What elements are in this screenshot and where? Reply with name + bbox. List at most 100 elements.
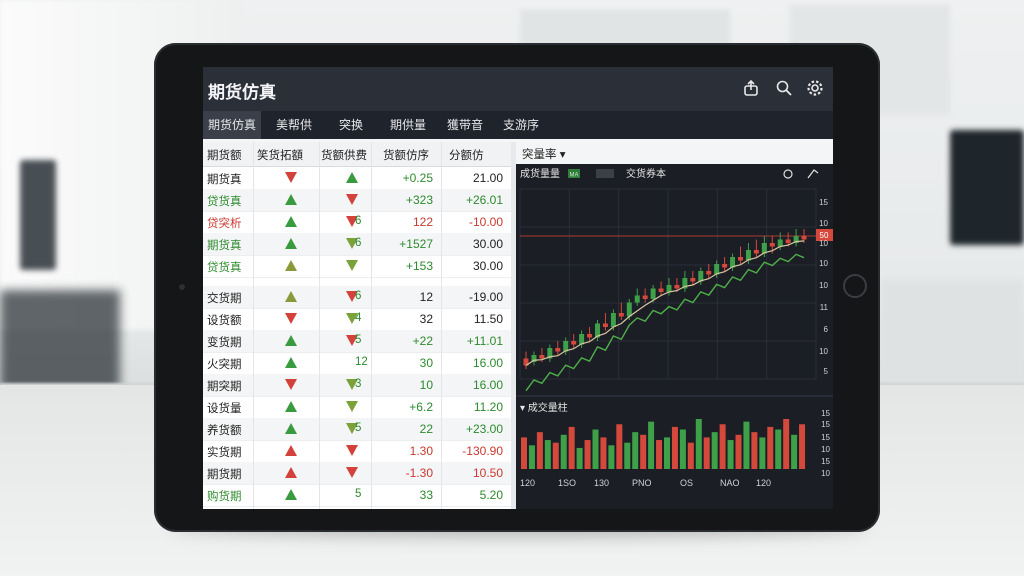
volume-bar[interactable]	[687, 442, 694, 469]
candle[interactable]	[785, 239, 791, 244]
period-dropdown[interactable]: 突量率 ▾	[522, 146, 565, 162]
table-row[interactable]: 设货量 +6.2 11.20	[203, 396, 511, 419]
column-header[interactable]: 分额仿	[449, 147, 484, 163]
share-icon[interactable]	[741, 79, 761, 99]
candlestick-chart[interactable]: 成货量量 MA 交货券本 50 15 10 10 10 10 11 6 10 5 ▾ 成交量柱 15 15 15…	[516, 164, 833, 509]
candle[interactable]	[642, 295, 648, 300]
candle[interactable]	[571, 341, 577, 345]
table-row[interactable]: 设货额 4 32 11.50	[203, 308, 511, 331]
draw-tool-icon[interactable]	[807, 169, 819, 179]
table-row[interactable]: 变货期 5 +22 +11.01	[203, 330, 511, 353]
volume-bar[interactable]	[648, 421, 655, 469]
tab-simulation[interactable]: 期货仿真	[203, 111, 261, 139]
candle[interactable]	[722, 264, 728, 268]
table-row[interactable]: 贷货真 +323 +26.01	[203, 189, 511, 212]
volume-bar[interactable]	[544, 440, 551, 469]
candle[interactable]	[626, 302, 632, 317]
candle[interactable]	[539, 355, 545, 359]
price-value: 5.20	[479, 488, 503, 502]
volume-bar[interactable]	[560, 434, 567, 469]
volume-bar[interactable]	[727, 440, 734, 469]
candle[interactable]	[634, 295, 640, 303]
candle[interactable]	[587, 334, 593, 338]
home-button[interactable]	[843, 274, 867, 298]
volume-bar[interactable]	[783, 419, 790, 469]
table-row[interactable]: 交货期 6 12 -19.00	[203, 286, 511, 309]
candle[interactable]	[602, 323, 608, 328]
volume-bar[interactable]	[576, 447, 583, 469]
table-row[interactable]: 购货期 5 33 5.20	[203, 484, 511, 507]
candle[interactable]	[650, 288, 656, 300]
volume-bar[interactable]	[552, 442, 559, 469]
quote-list: 期货额 笑货拓額 货额供费 货额仿序 分额仿 期货真 +0.25 21.00 贷货真 +…	[203, 142, 511, 509]
volume-bar[interactable]	[679, 429, 686, 469]
candle[interactable]	[801, 236, 807, 240]
volume-bar[interactable]	[624, 442, 631, 469]
volume-bar[interactable]	[568, 426, 575, 469]
candle[interactable]	[610, 313, 616, 327]
tab-3[interactable]: 突换	[323, 111, 379, 139]
volume-bar[interactable]	[719, 424, 726, 469]
volume-bar[interactable]	[703, 437, 710, 469]
search-icon[interactable]	[774, 79, 794, 99]
candle[interactable]	[618, 313, 624, 317]
candle[interactable]	[674, 285, 680, 289]
volume-bar[interactable]	[791, 434, 798, 469]
column-header[interactable]: 货额仿序	[383, 147, 429, 163]
tab-6[interactable]: 支游序	[493, 111, 549, 139]
candle[interactable]	[738, 257, 743, 261]
chart-indicator-label: 交货券本	[626, 167, 666, 180]
candle[interactable]	[777, 239, 783, 247]
volume-bar[interactable]	[759, 437, 766, 469]
volume-bar[interactable]	[656, 440, 663, 469]
column-header[interactable]: 货额供费	[321, 147, 367, 163]
candle[interactable]	[690, 278, 696, 282]
volume-bar[interactable]	[616, 424, 623, 469]
column-header[interactable]: 笑货拓額	[257, 147, 303, 163]
candle[interactable]	[769, 243, 775, 247]
table-row[interactable]: 贷货真 +153 30.00	[203, 255, 511, 278]
volume-bar[interactable]	[775, 429, 782, 469]
tab-2[interactable]: 美帮供	[265, 111, 323, 139]
candle[interactable]	[706, 271, 712, 275]
volume-bar[interactable]	[584, 440, 591, 469]
table-row[interactable]: 期货期 -1.30 10.50	[203, 462, 511, 485]
volume-bar[interactable]	[664, 437, 670, 469]
tab-5[interactable]: 獲带音	[437, 111, 493, 139]
volume-bar[interactable]	[671, 426, 678, 469]
table-row[interactable]: 养货额 5 22 +23.00	[203, 418, 511, 441]
volume-bar[interactable]	[751, 432, 758, 469]
candle[interactable]	[555, 348, 561, 352]
volume-bar[interactable]	[600, 437, 607, 469]
volume-bar[interactable]	[799, 424, 806, 469]
table-row[interactable]: 实货期 1.30 -130.90	[203, 440, 511, 463]
indicator-toggle[interactable]	[596, 169, 614, 178]
table-row[interactable]: 期货真 6 +1527 30.00	[203, 233, 511, 256]
x-tick-label: NAO	[720, 478, 740, 488]
volume-bar[interactable]	[632, 432, 639, 469]
candle[interactable]	[658, 288, 664, 293]
volume-bar[interactable]	[743, 421, 750, 469]
volume-bar[interactable]	[735, 434, 742, 469]
volume-bar[interactable]	[592, 429, 599, 469]
table-row[interactable]: 期货真 +0.25 21.00	[203, 167, 511, 190]
contract-name: 购货期	[207, 491, 242, 503]
volume-bar[interactable]	[528, 445, 535, 469]
volume-bar[interactable]	[640, 434, 647, 469]
table-row[interactable]: 期突期 3 10 16.00	[203, 374, 511, 397]
tab-4[interactable]: 期供量	[379, 111, 437, 139]
candle[interactable]	[666, 285, 672, 292]
table-row[interactable]: 火突期 12 30 16.00	[203, 352, 511, 375]
lock-icon[interactable]	[783, 169, 793, 179]
volume-bar[interactable]	[695, 419, 702, 469]
volume-bar[interactable]	[521, 437, 527, 469]
volume-bar[interactable]	[767, 426, 774, 469]
table-row[interactable]: 贷突析 6 122 -10.00	[203, 211, 511, 234]
candle[interactable]	[753, 250, 759, 254]
volume-bar[interactable]	[608, 445, 615, 469]
y-tick-label: 11	[820, 303, 829, 312]
volume-bar[interactable]	[536, 432, 543, 469]
settings-icon[interactable]	[805, 79, 825, 99]
column-header[interactable]: 期货额	[207, 147, 242, 163]
volume-bar[interactable]	[711, 432, 718, 469]
